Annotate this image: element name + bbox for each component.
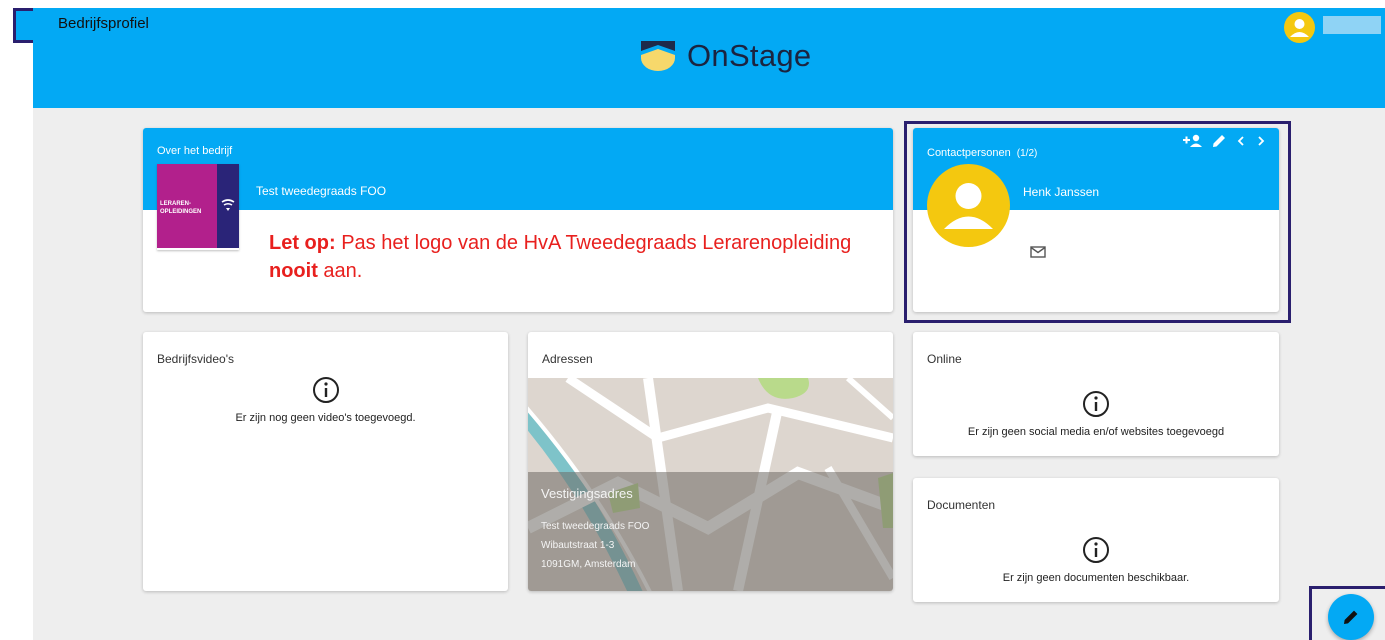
- notice-text-part2: aan.: [317, 260, 363, 282]
- notice-bold-never: nooit: [269, 260, 318, 282]
- online-empty: Er zijn geen social media en/of websites…: [913, 390, 1279, 438]
- address-map[interactable]: Vestigingsadres Test tweedegraads FOO Wi…: [528, 378, 893, 591]
- user-avatar[interactable]: [1284, 12, 1315, 43]
- page-title: Bedrijfsprofiel: [58, 15, 149, 32]
- logo-pink-panel: LERAREN- OPLEIDINGEN: [157, 164, 217, 248]
- address-overlay: Vestigingsadres Test tweedegraads FOO Wi…: [528, 472, 893, 591]
- edit-profile-fab[interactable]: [1328, 594, 1374, 640]
- address-label: Vestigingsadres: [541, 486, 633, 501]
- brand-name: OnStage: [687, 38, 812, 73]
- address-line2: Wibautstraat 1-3: [541, 540, 615, 551]
- about-card-header: Over het bedrijf Test tweedegraads FOO: [143, 128, 893, 210]
- user-avatar-icon: [1290, 19, 1309, 37]
- contacts-highlight-frame: [904, 121, 1291, 323]
- documents-empty: Er zijn geen documenten beschikbaar.: [913, 536, 1279, 584]
- about-card: Over het bedrijf Test tweedegraads FOO L…: [143, 128, 893, 312]
- info-icon: [1083, 537, 1109, 563]
- logo-notice: Let op: Pas het logo van de HvA Tweedegr…: [269, 229, 893, 285]
- company-logo: LERAREN- OPLEIDINGEN: [157, 164, 239, 250]
- pencil-icon: [1344, 610, 1358, 624]
- addresses-card: Adressen Vestigingsadres Test tweedegraa…: [528, 332, 893, 591]
- online-empty-text: Er zijn geen social media en/of websites…: [967, 426, 1225, 438]
- notice-text-part1: Pas het logo van de HvA Tweedegraads Ler…: [335, 232, 852, 254]
- documents-empty-text: Er zijn geen documenten beschikbaar.: [1002, 572, 1190, 584]
- company-name: Test tweedegraads FOO: [256, 184, 387, 198]
- address-line3: 1091GM, Amsterdam: [541, 559, 636, 570]
- logo-text-line1: LERAREN-: [160, 201, 191, 207]
- brand-logo: OnStage: [641, 38, 811, 74]
- documents-title: Documenten: [927, 498, 996, 512]
- documents-card: Documenten Er zijn geen documenten besch…: [913, 478, 1279, 602]
- videos-card: Bedrijfsvideo's Er zijn nog geen video's…: [143, 332, 508, 591]
- logo-text-line2: OPLEIDINGEN: [160, 209, 202, 215]
- onstage-logo-icon: [641, 41, 675, 71]
- videos-title: Bedrijfsvideo's: [157, 352, 234, 366]
- user-name-box[interactable]: [1323, 16, 1381, 34]
- wifi-logo-icon: [221, 199, 235, 211]
- info-icon: [312, 377, 339, 403]
- top-bar: Bedrijfsprofiel OnStage: [33, 8, 1385, 108]
- about-title: Over het bedrijf: [157, 145, 233, 157]
- addresses-title: Adressen: [542, 352, 593, 366]
- logo-navy-panel: [217, 164, 239, 248]
- app-surface: Bedrijfsprofiel OnStage Over het bedrijf…: [33, 8, 1385, 640]
- videos-empty-text: Er zijn nog geen video's toegevoegd.: [235, 412, 416, 424]
- online-card: Online Er zijn geen social media en/of w…: [913, 332, 1279, 456]
- notice-bold-prefix: Let op:: [269, 232, 336, 254]
- online-title: Online: [927, 352, 962, 366]
- videos-empty: Er zijn nog geen video's toegevoegd.: [143, 376, 508, 424]
- address-line1: Test tweedegraads FOO: [541, 521, 650, 532]
- info-icon: [1083, 391, 1109, 417]
